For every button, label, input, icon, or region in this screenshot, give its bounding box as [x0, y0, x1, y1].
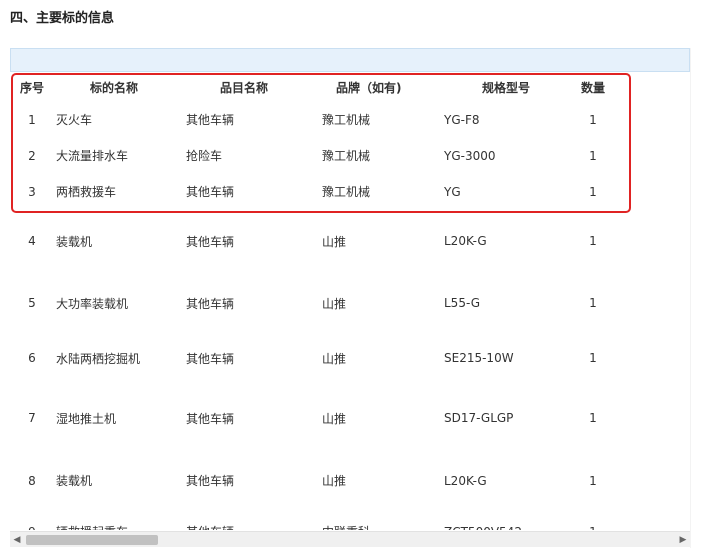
cell-category: 其他车辆: [186, 296, 235, 311]
cell-model: L20K-G: [444, 473, 487, 488]
cell-category: 其他车辆: [186, 411, 235, 426]
cell-overflow: [618, 209, 690, 273]
cell-brand: 豫工机械: [322, 185, 371, 199]
cell-seq: 5: [28, 296, 36, 310]
cell-item-name: 装载机: [56, 474, 93, 488]
cell-brand: 山推: [322, 474, 347, 488]
cell-quantity: 1: [589, 148, 597, 163]
cell-model: YG-3000: [444, 148, 496, 163]
cell-quantity: 1: [568, 508, 618, 531]
cell-model: SE215-10W: [444, 351, 514, 365]
table-row: 7 湿地推土机 其他车辆 山推 SD17-GLGP 1: [10, 383, 690, 453]
cell-seq: 6: [28, 351, 36, 365]
cell-overflow: [618, 383, 690, 453]
scrollbar-thumb[interactable]: [26, 535, 158, 545]
cell-seq: 3: [28, 184, 36, 199]
scroll-right-arrow-icon[interactable]: ▶: [677, 534, 689, 546]
cell-brand: 山推: [322, 351, 347, 366]
table-row: 8 装载机 其他车辆 山推 L20K-G 1: [10, 453, 690, 508]
table-row: 6 水陆两栖挖掘机 其他车辆 山推 SE215-10W 1: [10, 333, 690, 383]
cell-overflow: [618, 102, 690, 137]
table-row: 3 两栖救援车 其他车辆 豫工机械 YG 1: [10, 174, 690, 209]
cell-seq: 4: [28, 234, 36, 248]
cell-category: 其他车辆: [182, 508, 310, 530]
column-header-quantity: 数量: [580, 80, 605, 95]
cell-quantity: 1: [589, 411, 597, 425]
cell-overflow: [618, 174, 690, 209]
cell-item-name: 湿地推土机: [56, 411, 117, 426]
cell-category: 其他车辆: [186, 185, 235, 199]
table-row: 1 灭火车 其他车辆 豫工机械 YG-F8 1: [10, 102, 690, 137]
cell-quantity: 1: [589, 473, 597, 488]
cell-model: SD17-GLGP: [444, 411, 514, 425]
cell-brand: 山推: [322, 411, 347, 426]
cell-seq: 7: [28, 411, 36, 425]
cell-overflow: [618, 333, 690, 383]
table-row: 2 大流量排水车 抢险车 豫工机械 YG-3000 1: [10, 137, 690, 174]
table-title-bar: [10, 48, 690, 72]
cell-model: ZCT500V542: [434, 508, 568, 531]
cell-item-name: 两栖救援车: [56, 185, 117, 199]
cell-quantity: 1: [589, 296, 597, 310]
cell-brand: 山推: [322, 234, 347, 249]
cell-item-name: 大功率装载机: [56, 296, 129, 311]
cell-category: 其他车辆: [186, 474, 235, 488]
cell-quantity: 1: [589, 184, 597, 199]
table-row: 5 大功率装载机 其他车辆 山推 L55-G 1: [10, 273, 690, 333]
column-header-category: 品目名称: [220, 80, 269, 95]
main-table: 序号 标的名称 品目名称 品牌（如有) 规格型号 数量 1 灭火车 其他车辆 豫工机械…: [10, 72, 690, 531]
cell-overflow: [618, 273, 690, 333]
column-header-model: 规格型号: [482, 80, 531, 95]
column-header-brand: 品牌（如有): [336, 80, 402, 95]
cell-quantity: 1: [589, 234, 597, 248]
column-header-overflow: [618, 72, 690, 102]
cell-item-name: 大流量排水车: [56, 149, 129, 163]
cell-seq: 1: [28, 112, 36, 127]
column-header-item-name: 标的名称: [90, 80, 139, 95]
cell-seq: 2: [28, 148, 36, 163]
cell-model: YG-F8: [444, 112, 480, 127]
column-header-seq: 序号: [19, 80, 44, 95]
cell-item-name: 辆救援起重车: [54, 508, 182, 530]
cell-model: L20K-G: [444, 234, 487, 248]
right-edge-line: [690, 48, 691, 548]
cell-quantity: 1: [589, 351, 597, 365]
cell-category: 其他车辆: [186, 113, 235, 127]
table-header-row: 序号 标的名称 品目名称 品牌（如有) 规格型号 数量: [10, 72, 690, 102]
section-title: 四、主要标的信息: [10, 11, 115, 26]
cell-item-name: 装载机: [56, 234, 93, 249]
cell-brand: 中联重科: [310, 508, 434, 530]
cell-category: 其他车辆: [186, 234, 235, 249]
cell-overflow: [618, 508, 690, 530]
cell-seq: 9: [10, 508, 54, 531]
table-row: 9辆救援起重车其他车辆中联重科ZCT500V5421: [10, 508, 690, 531]
cell-brand: 山推: [322, 296, 347, 311]
cell-category: 其他车辆: [186, 351, 235, 366]
cell-brand: 豫工机械: [322, 149, 371, 163]
main-table-container: 序号 标的名称 品目名称 品牌（如有) 规格型号 数量 1 灭火车 其他车辆 豫工机械…: [10, 72, 690, 531]
cell-overflow: [618, 453, 690, 508]
table-row: 4 装载机 其他车辆 山推 L20K-G 1: [10, 209, 690, 273]
cell-category: 抢险车: [186, 149, 223, 163]
cell-model: YG: [444, 184, 461, 199]
cell-model: L55-G: [444, 296, 481, 310]
scroll-left-arrow-icon[interactable]: ◀: [11, 534, 23, 546]
cell-item-name: 水陆两栖挖掘机: [56, 351, 141, 366]
cell-seq: 8: [28, 473, 36, 488]
cell-item-name: 灭火车: [56, 113, 93, 127]
cell-brand: 豫工机械: [322, 113, 371, 127]
cell-overflow: [618, 137, 690, 174]
horizontal-scrollbar[interactable]: ◀ ▶: [10, 531, 690, 547]
cell-quantity: 1: [589, 112, 597, 127]
